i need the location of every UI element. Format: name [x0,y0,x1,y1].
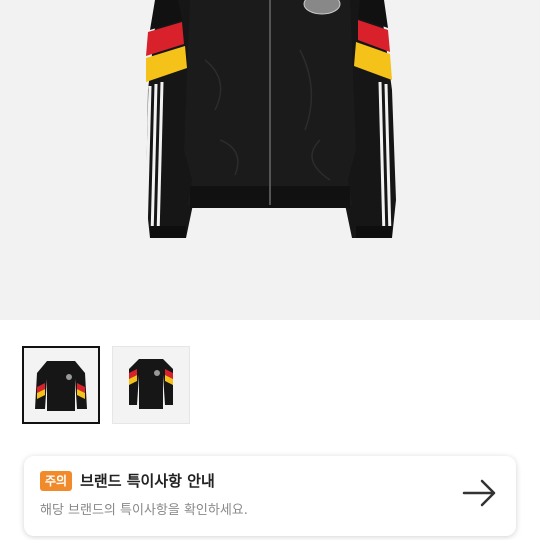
product-hero-image [0,0,540,320]
notice-description: 해당 브랜드의 특이사항을 확인하세요. [40,503,248,518]
jacket-image [144,0,396,238]
caution-badge: 주의 [40,470,73,491]
brand-notice-card[interactable]: 주의 브랜드 특이사항 안내 해당 브랜드의 특이사항을 확인하세요. [24,456,516,536]
notice-title: 브랜드 특이사항 안내 [80,472,215,490]
jacket-thumbnail-icon [35,361,87,411]
thumbnail-strip [22,346,190,424]
arrow-right-icon[interactable] [462,478,498,508]
thumbnail-1[interactable] [22,346,100,424]
thumbnail-2[interactable] [112,346,190,424]
jacket-thumbnail-alt-icon [129,359,173,409]
